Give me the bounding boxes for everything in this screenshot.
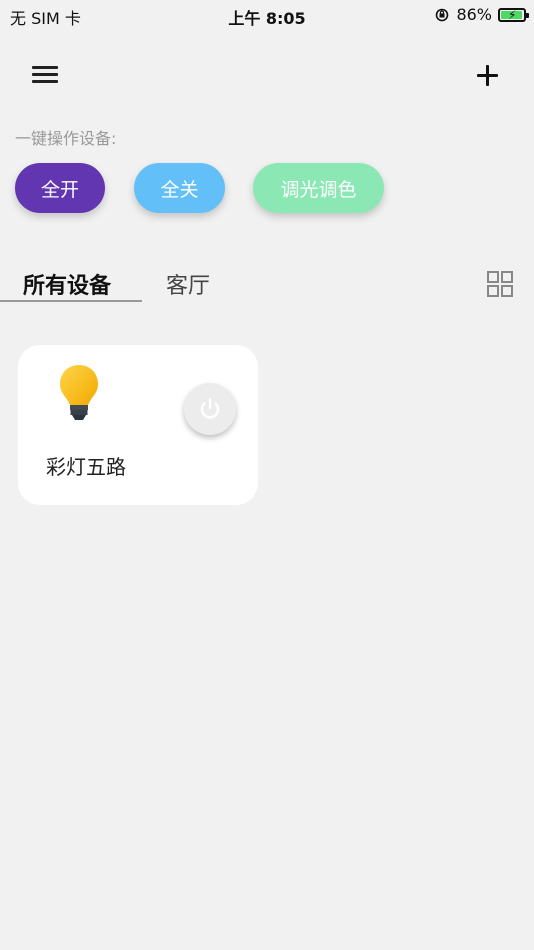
dimming-button[interactable]: 调光调色 [253,163,384,213]
status-bar: 无 SIM 卡 上午 8:05 86% ⚡ [0,0,534,30]
add-device-button[interactable] [470,58,504,92]
rotation-lock-icon [436,8,449,21]
battery-percent: 86% [456,5,492,24]
device-name: 彩灯五路 [46,455,126,479]
menu-button[interactable] [28,60,62,90]
grid-view-icon[interactable] [487,271,513,297]
quick-actions-label: 一键操作设备: [15,129,117,148]
all-off-button[interactable]: 全关 [134,163,225,213]
device-card[interactable]: 彩灯五路 [18,345,258,505]
tab-all-devices[interactable]: 所有设备 [23,268,111,300]
battery-icon: ⚡ [498,7,529,22]
active-tab-indicator [0,300,142,302]
all-on-button[interactable]: 全开 [15,163,105,213]
power-icon [200,397,220,419]
tab-living-room[interactable]: 客厅 [166,268,210,300]
room-tabs: 所有设备 客厅 [0,268,534,304]
status-right: 86% ⚡ [434,5,529,24]
power-toggle-button[interactable] [184,383,236,435]
light-bulb-icon [60,365,98,420]
hamburger-menu-icon [32,66,58,69]
